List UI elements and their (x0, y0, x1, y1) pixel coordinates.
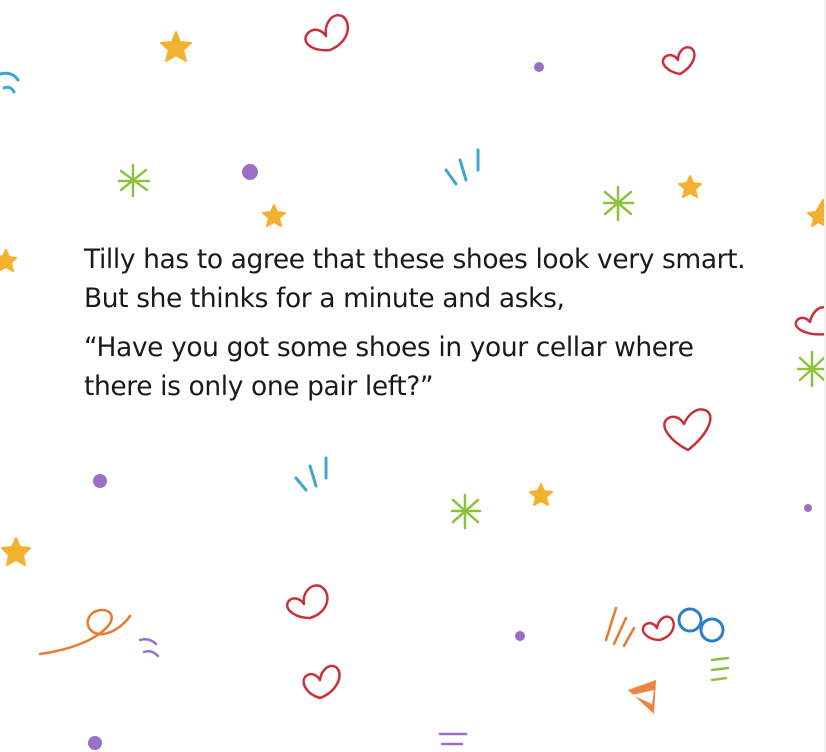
dash-icon (0, 71, 20, 94)
dash-icon (438, 732, 468, 746)
heart-icon (304, 13, 350, 52)
dash-icon (710, 656, 730, 682)
heart-icon (663, 408, 712, 452)
dash-icon (294, 456, 328, 492)
storybook-page: Tilly has to agree that these shoes look… (0, 0, 826, 752)
dash-icon (604, 606, 636, 648)
story-paragraph: “Have you got some shoes in your cellar … (84, 332, 694, 402)
heart-icon (661, 46, 696, 76)
asterisk-icon (450, 493, 482, 530)
rings-icon (677, 607, 725, 643)
asterisk-icon (796, 350, 826, 388)
dash-icon (444, 148, 480, 186)
dot-icon (93, 474, 107, 488)
star-icon (0, 249, 17, 272)
dot-icon (534, 62, 544, 72)
star-icon (529, 483, 553, 506)
heart-icon (794, 306, 826, 336)
heart-icon (302, 664, 341, 700)
asterisk-icon (602, 185, 635, 222)
swirl-icon (38, 608, 132, 656)
heart-icon (285, 584, 329, 620)
story-text: Tilly has to agree that these shoes look… (84, 240, 764, 406)
star-icon (160, 31, 192, 62)
story-paragraph: Tilly has to agree that these shoes look… (84, 244, 746, 314)
asterisk-icon (117, 163, 151, 198)
star-icon (262, 204, 286, 227)
heart-icon (641, 615, 675, 642)
dot-icon (242, 164, 258, 180)
dot-icon (88, 736, 102, 750)
star-icon (1, 537, 31, 566)
dot-icon (515, 631, 525, 641)
star-icon (678, 175, 702, 198)
dash-icon (138, 637, 160, 658)
dot-icon (804, 504, 812, 512)
